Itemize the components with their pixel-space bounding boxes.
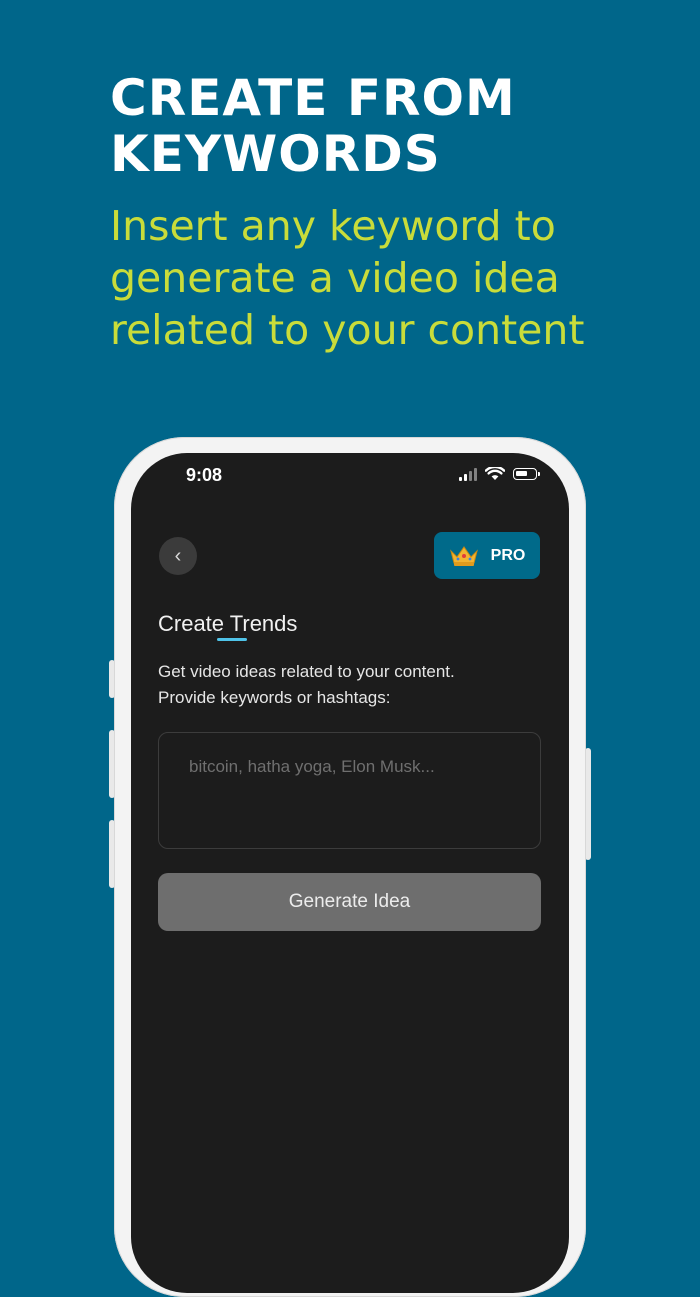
status-time: 9:08 bbox=[186, 465, 223, 485]
description-line-2: Provide keywords or hashtags: bbox=[158, 688, 391, 707]
pro-button[interactable]: PRO bbox=[434, 532, 540, 579]
crown-icon bbox=[449, 545, 478, 566]
status-icons bbox=[459, 467, 540, 481]
description-line-1: Get video ideas related to your content. bbox=[158, 662, 455, 681]
keywords-input[interactable] bbox=[158, 732, 541, 849]
battery-icon bbox=[513, 468, 540, 480]
wifi-icon bbox=[485, 467, 505, 480]
generate-idea-button[interactable]: Generate Idea bbox=[158, 873, 541, 931]
title-underline bbox=[217, 638, 247, 641]
headline-line-2: KEYWORDS bbox=[110, 125, 441, 183]
cellular-signal-icon bbox=[459, 467, 477, 481]
page-title: Create Trends bbox=[158, 611, 298, 636]
pro-label: PRO bbox=[490, 546, 526, 564]
back-button[interactable]: ‹ bbox=[159, 537, 197, 575]
chevron-left-icon: ‹ bbox=[174, 544, 182, 567]
headline-line-1: CREATE FROM bbox=[110, 69, 516, 127]
description: Get video ideas related to your content.… bbox=[158, 659, 548, 711]
promo-headline: CREATE FROM KEYWORDS bbox=[110, 70, 670, 182]
phone-screen: 9:08 ‹ PRO Create Trends Get video ideas… bbox=[131, 453, 569, 1293]
promo-subheadline: Insert any keyword to generate a video i… bbox=[110, 202, 585, 354]
